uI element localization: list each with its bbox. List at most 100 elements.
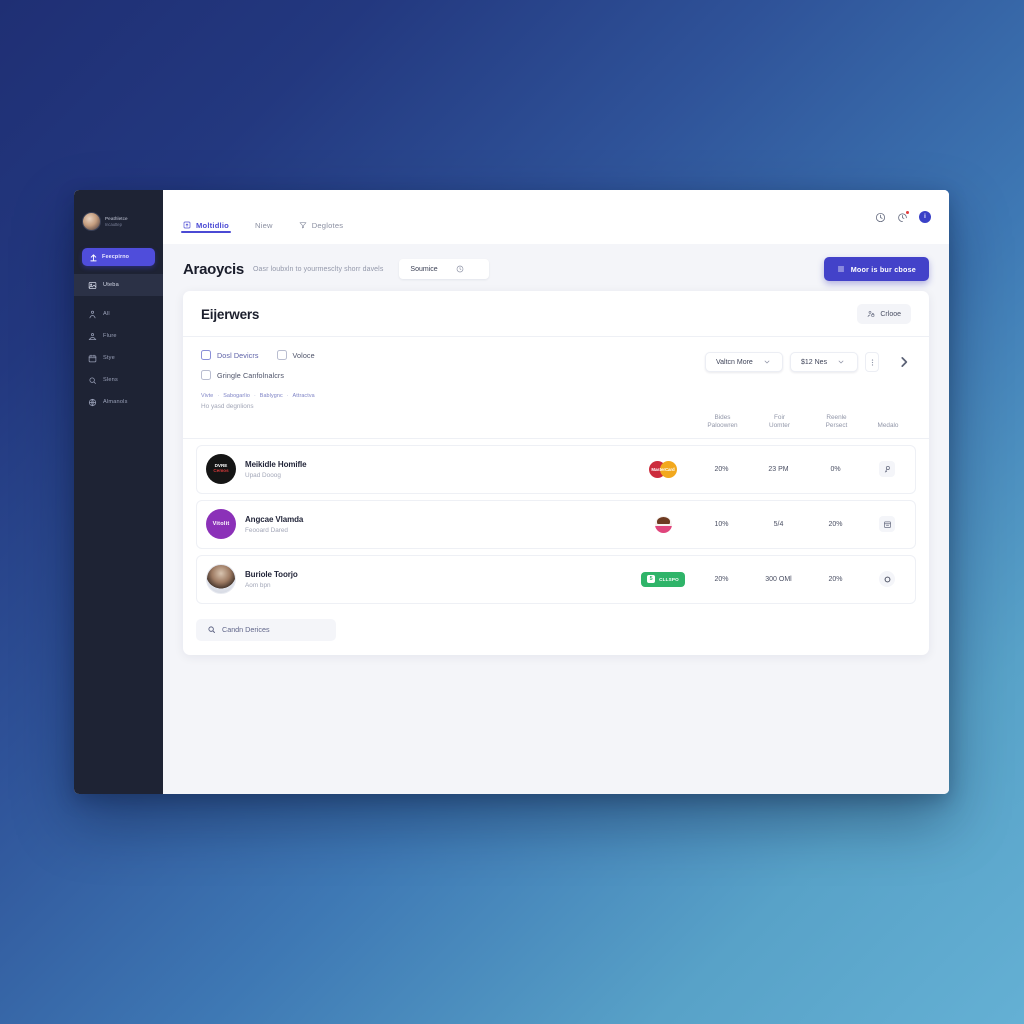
sidebar-item-label: Uteba	[103, 282, 119, 288]
checkbox-box[interactable]	[276, 350, 287, 360]
source-selector[interactable]: Soumice	[399, 259, 490, 279]
tab-moltidlio[interactable]: Moltidlio	[180, 190, 232, 244]
sidebar-item-uteba[interactable]: Uteba	[74, 274, 163, 296]
brand-dark-avatar: DVRE Cemos	[206, 454, 236, 485]
sidebar-item-stye[interactable]: Stye	[74, 347, 163, 369]
breadcrumb-separator: ·	[217, 393, 220, 399]
tab-label: Moltidlio	[196, 220, 230, 230]
filter-icon	[299, 221, 307, 229]
sidebar-item-label: Almanols	[103, 399, 128, 405]
tab-label: Deglotes	[311, 220, 344, 230]
primary-action-button[interactable]: Moor is bur cbose	[823, 257, 929, 281]
row-action	[864, 516, 910, 533]
select-value: $12 Nes	[801, 358, 828, 366]
image-icon	[88, 281, 97, 290]
sidebar-profile[interactable]: Peathletce Incauttep	[74, 203, 163, 237]
checkbox-voloce[interactable]: Voloce	[276, 350, 315, 360]
chevron-right-icon[interactable]	[897, 355, 911, 369]
sidebar-item-almanols[interactable]: Almanols	[74, 391, 163, 413]
breadcrumb-separator: ·	[286, 393, 289, 399]
row-subtitle: Upad Dooog	[245, 471, 281, 479]
sidebar-item-label: All	[103, 311, 110, 317]
select-price[interactable]: $12 Nes	[790, 352, 858, 372]
notification-badge	[904, 210, 910, 215]
checkbox-group: Dosl Devicrs Voloce Gringle Canfolnalcrs	[201, 350, 315, 380]
sidebar-profile-subtitle: Incauttep	[105, 222, 122, 227]
row-logo: MasterCard	[633, 460, 693, 478]
globe-icon	[88, 398, 97, 407]
breadcrumb-item[interactable]: Attractva	[293, 393, 315, 399]
row-subtitle: Aom bpn	[245, 581, 271, 589]
breadcrumb-item[interactable]: Bablygnc	[260, 393, 283, 399]
table-row[interactable]: Vitolit Angcae Vlamda Feooard Dared 10%	[196, 499, 916, 549]
checkbox-dosl-devicrs[interactable]: Dosl Devicrs	[201, 350, 259, 360]
chevron-down-icon	[763, 358, 771, 366]
more-vertical-icon[interactable]	[865, 352, 879, 372]
history-icon[interactable]	[875, 212, 886, 223]
sidebar-item-all[interactable]: All	[74, 303, 163, 325]
table-row[interactable]: Buriole Toorjo Aom bpn 5 CLLSPO 20% 300 …	[196, 554, 916, 604]
notification-icon[interactable]	[897, 210, 910, 223]
primary-action-label: Moor is bur cbose	[850, 264, 916, 274]
upload-icon	[89, 253, 98, 262]
app-window: Peathletce Incauttep Feecpirno Uteba All…	[74, 190, 949, 794]
row-subtitle: Feooard Dared	[245, 526, 288, 534]
table-row[interactable]: DVRE Cemos Meikidle Homifle Upad Dooog M…	[196, 444, 916, 494]
page-header: Araoycis Oasr loubxln to yourmesclty sho…	[163, 244, 949, 291]
badge-mark: 5	[647, 575, 656, 584]
breadcrumb-item[interactable]: Sabogarlio	[223, 393, 250, 399]
tab-deglotes[interactable]: Deglotes	[299, 190, 344, 244]
sidebar-item-flure[interactable]: Flure	[74, 325, 163, 347]
row-identity: Buriole Toorjo Aom bpn	[202, 564, 633, 595]
sidebar-item-label: Stye	[103, 355, 115, 361]
row-cell-foir: 23 PM	[768, 465, 789, 473]
content-card: Eijerwers Crlooe Dosl Devicrs Voloce Gri…	[183, 291, 929, 655]
table-header-medalo: Medalo	[877, 422, 899, 430]
circle-icon[interactable]	[879, 571, 895, 588]
chevron-down-icon	[837, 358, 845, 366]
checkbox-box[interactable]	[201, 370, 211, 380]
row-name: Buriole Toorjo	[245, 569, 298, 579]
search-devices-label: Candn Derices	[222, 625, 270, 635]
person-icon	[88, 310, 97, 319]
breadcrumb-item[interactable]: Vivte	[201, 393, 213, 399]
page-title: Araoycis	[183, 260, 244, 278]
tab-niew[interactable]: Niew	[255, 190, 273, 244]
user-lock-icon	[867, 310, 875, 318]
sidebar-item-slens[interactable]: Slens	[74, 369, 163, 391]
sidebar: Peathletce Incauttep Feecpirno Uteba All…	[74, 190, 163, 794]
user-avatar[interactable]: i	[919, 211, 931, 223]
select-valtcn-more[interactable]: Valtcn More	[705, 352, 783, 372]
row-action	[864, 461, 910, 478]
breadcrumb: Vivte · Sabogarlio · Bablygnc · Attractv…	[183, 384, 929, 410]
sidebar-cta-button[interactable]: Feecpirno	[82, 248, 155, 266]
upload-box-icon	[183, 221, 191, 229]
card-title: Eijerwers	[201, 306, 260, 322]
calendar-icon	[88, 354, 97, 363]
checkbox-label: Gringle Canfolnalcrs	[217, 370, 285, 380]
row-cell-bides: 10%	[714, 520, 729, 528]
checkbox-box[interactable]	[201, 350, 211, 360]
tab-bar: Moltidlio Niew Deglotes	[180, 190, 344, 244]
row-logo: 5 CLLSPO	[633, 571, 693, 587]
table-header-bides: Bides Paloowren	[707, 413, 738, 430]
row-logo	[633, 515, 693, 533]
filter-bar: Dosl Devicrs Voloce Gringle Canfolnalcrs	[183, 337, 929, 384]
user-photo-avatar	[82, 212, 101, 231]
search-devices-button[interactable]: Candn Derices	[196, 618, 336, 641]
checkbox-label: Dosl Devicrs	[217, 350, 259, 360]
mastercard-icon: MasterCard	[649, 460, 677, 478]
sidebar-item-label: Flure	[103, 333, 117, 339]
row-cell-foir: 300 OMl	[765, 575, 792, 583]
breadcrumb-note: Ho yasd degnlions	[201, 402, 254, 410]
page-subtitle: Oasr loubxln to yourmesclty shorr davels	[252, 265, 384, 273]
calendar-small-icon[interactable]	[879, 516, 895, 533]
key-icon[interactable]	[879, 461, 895, 478]
row-cell-reenle: 20%	[828, 575, 843, 583]
row-identity: Vitolit Angcae Vlamda Feooard Dared	[202, 509, 633, 540]
sidebar-cta-label: Feecpirno	[102, 254, 130, 260]
checkbox-gringle-canfolnalcrs[interactable]: Gringle Canfolnalcrs	[201, 370, 284, 380]
table-header-reenle: Reenle Persect	[825, 413, 848, 430]
close-button[interactable]: Crlooe	[857, 304, 911, 324]
sidebar-divider	[74, 296, 163, 303]
